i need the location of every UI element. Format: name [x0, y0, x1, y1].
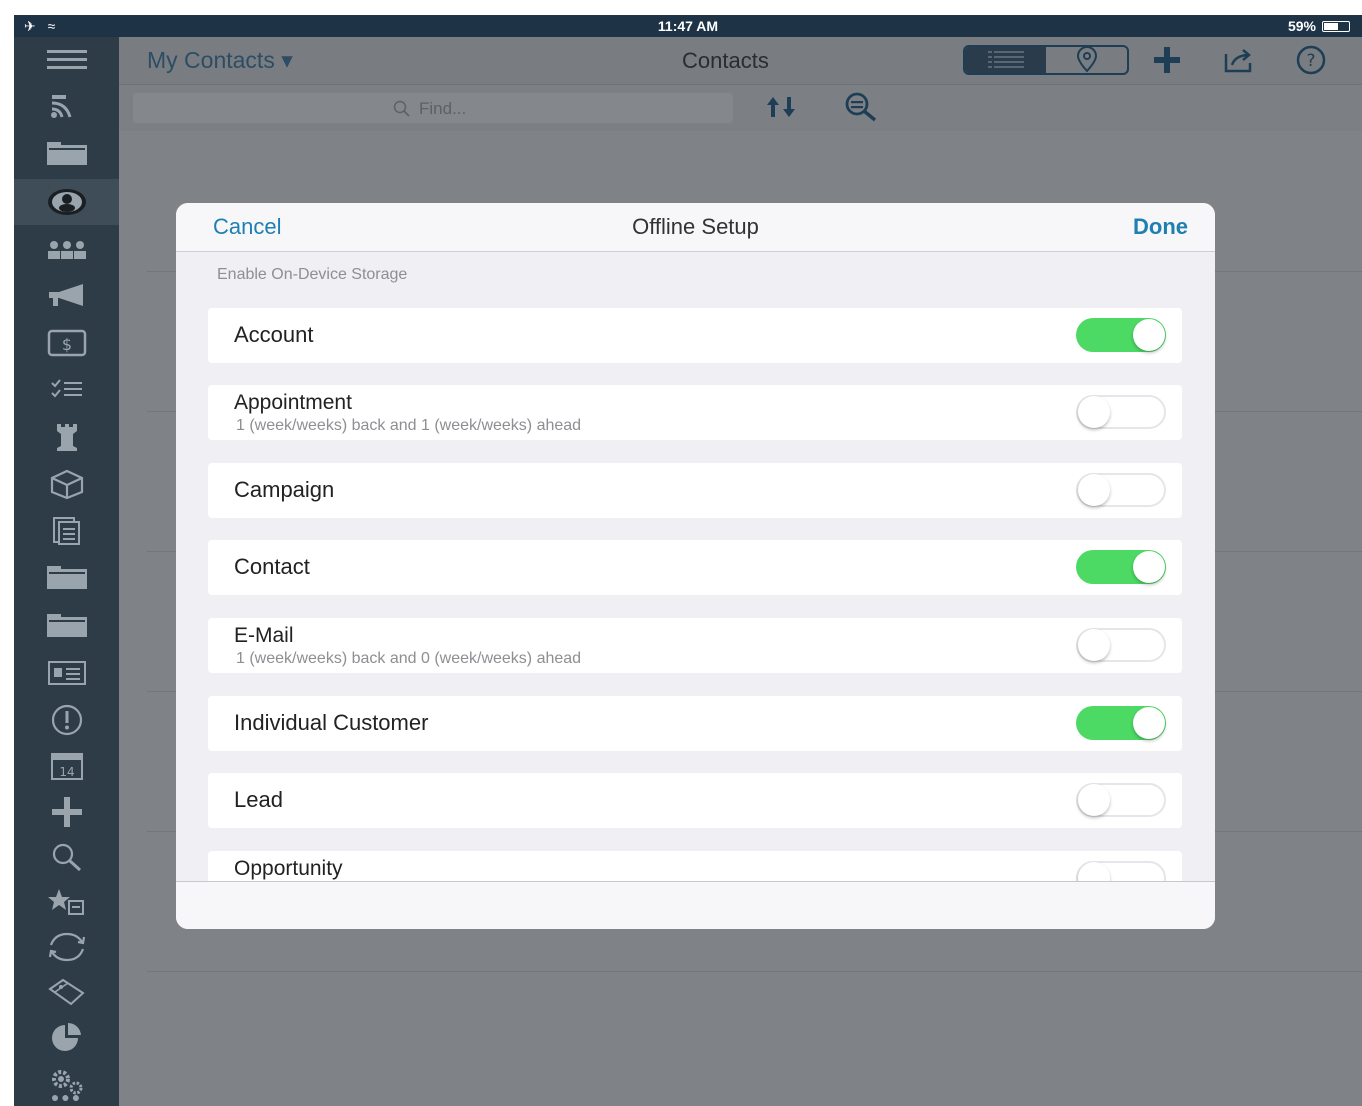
row-label: Opportunity: [234, 857, 343, 880]
email-toggle[interactable]: [1076, 628, 1166, 662]
storage-row-contact[interactable]: Contact: [208, 540, 1182, 595]
search-icon: [393, 100, 410, 117]
row-label: Individual Customer: [234, 710, 429, 735]
id-card-icon[interactable]: [14, 650, 119, 696]
zoom-filter-icon: [845, 92, 877, 122]
groups-icon[interactable]: [14, 226, 119, 272]
calendar-icon[interactable]: 14: [14, 743, 119, 789]
checklist-icon[interactable]: [14, 367, 119, 413]
box-icon[interactable]: [14, 461, 119, 507]
row-label: Lead: [234, 787, 283, 812]
dialog-footer: [176, 881, 1215, 929]
svg-text:?: ?: [1306, 51, 1315, 71]
storage-row-lead[interactable]: Lead: [208, 773, 1182, 828]
favorites-icon[interactable]: [14, 879, 119, 925]
campaign-toggle[interactable]: [1076, 473, 1166, 507]
pie-chart-icon[interactable]: [14, 1014, 119, 1060]
cancel-button[interactable]: Cancel: [213, 214, 281, 240]
help-icon: ?: [1296, 45, 1326, 75]
filter-search-button[interactable]: [843, 91, 883, 128]
search-bar: Find...: [119, 85, 1362, 131]
storage-row-email[interactable]: E-Mail 1 (week/weeks) back and 0 (week/w…: [208, 618, 1182, 673]
folder-icon[interactable]: [14, 555, 119, 601]
list-view-button[interactable]: [965, 47, 1046, 73]
page-title: Contacts: [682, 48, 769, 73]
battery-icon: [1322, 20, 1350, 32]
share-icon: [1224, 49, 1252, 73]
dialog-title: Offline Setup: [632, 214, 759, 239]
tower-icon[interactable]: [14, 414, 119, 460]
nav-bar: My Contacts ▾ Contacts ?: [119, 37, 1362, 85]
plus-icon[interactable]: [14, 789, 119, 835]
row-label: Contact: [234, 554, 310, 579]
contacts-icon[interactable]: [14, 179, 119, 225]
share-button[interactable]: [1223, 45, 1255, 75]
dollar-icon[interactable]: $: [14, 320, 119, 366]
storage-row-individual-customer[interactable]: Individual Customer: [208, 696, 1182, 751]
search-input[interactable]: Find...: [133, 93, 733, 123]
done-button[interactable]: Done: [1133, 214, 1188, 240]
documents-icon[interactable]: [14, 508, 119, 554]
search-placeholder: Find...: [419, 99, 467, 118]
storage-list[interactable]: Enable On-Device Storage Account Appoint…: [176, 252, 1215, 881]
sidebar: $ 14 ●●●: [14, 37, 119, 1106]
row-subtitle: 1 (week/weeks) back and 1 (week/weeks) a…: [236, 417, 582, 434]
row-label: E-Mail: [234, 624, 294, 647]
my-contacts-dropdown[interactable]: My Contacts ▾: [147, 47, 293, 74]
row-label: Account: [234, 322, 314, 347]
row-divider: [147, 971, 1362, 972]
individual-customer-toggle[interactable]: [1076, 706, 1166, 740]
status-time: 11:47 AM: [657, 18, 719, 34]
tag-icon[interactable]: [14, 969, 119, 1015]
add-button[interactable]: [1151, 45, 1183, 75]
offline-setup-dialog: Offline Setup Cancel Done Enable On-Devi…: [176, 203, 1215, 929]
storage-row-campaign[interactable]: Campaign: [208, 463, 1182, 518]
contact-toggle[interactable]: [1076, 550, 1166, 584]
status-bar: ✈ ≈ 11:47 AM 59%: [14, 15, 1362, 37]
account-toggle[interactable]: [1076, 318, 1166, 352]
help-button[interactable]: ?: [1295, 45, 1327, 75]
sort-icon: [767, 97, 795, 117]
list-icon: [987, 51, 1024, 68]
menu-icon[interactable]: [14, 37, 119, 83]
alert-icon[interactable]: [14, 697, 119, 743]
battery-indicator: 59%: [1288, 18, 1350, 34]
lead-toggle[interactable]: [1076, 783, 1166, 817]
search-icon[interactable]: [14, 834, 119, 880]
sort-button[interactable]: [763, 93, 803, 126]
sync-icon[interactable]: [14, 924, 119, 970]
more-icon[interactable]: ●●●: [14, 1089, 119, 1105]
dialog-header: Offline Setup Cancel Done: [176, 203, 1215, 252]
row-label: Campaign: [234, 477, 335, 502]
section-label: Enable On-Device Storage: [217, 266, 408, 283]
folder-icon[interactable]: [14, 131, 119, 177]
row-subtitle: 1 (week/weeks) back and 0 (week/weeks) a…: [236, 650, 582, 667]
megaphone-icon[interactable]: [14, 273, 119, 319]
appointment-toggle[interactable]: [1076, 395, 1166, 429]
map-view-button[interactable]: [1046, 47, 1127, 73]
view-toggle[interactable]: [963, 45, 1129, 75]
svg-text:$: $: [61, 335, 71, 354]
battery-percent: 59%: [1287, 18, 1316, 34]
storage-row-account[interactable]: Account: [208, 308, 1182, 363]
storage-row-appointment[interactable]: Appointment 1 (week/weeks) back and 1 (w…: [208, 385, 1182, 440]
plus-icon: [1154, 47, 1180, 73]
folder-icon[interactable]: [14, 603, 119, 649]
opportunity-toggle[interactable]: [1076, 861, 1166, 881]
map-pin-icon: [1076, 47, 1097, 73]
storage-row-opportunity[interactable]: Opportunity: [208, 851, 1182, 881]
row-label: Appointment: [234, 391, 352, 414]
svg-text:14: 14: [59, 765, 74, 779]
feed-icon[interactable]: [14, 83, 119, 129]
